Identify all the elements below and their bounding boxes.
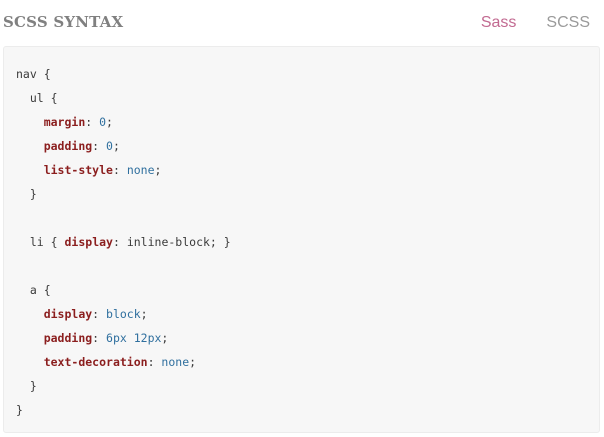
- code-selector: a: [29, 283, 37, 297]
- code-punctuation: }: [29, 379, 37, 393]
- code-value: 0: [106, 139, 113, 153]
- code-value: none: [126, 163, 155, 177]
- code-line: }: [16, 182, 231, 206]
- code-punctuation: :: [92, 307, 107, 321]
- tab-sass[interactable]: Sass: [451, 13, 517, 33]
- code-line: }: [16, 374, 231, 398]
- code-property: padding: [43, 331, 93, 345]
- code-listing: nav { ul { margin: 0; padding: 0; list-s…: [16, 62, 231, 422]
- code-punctuation: }: [16, 403, 23, 417]
- code-property: display: [43, 307, 93, 321]
- code-punctuation: {: [36, 283, 51, 297]
- code-property: list-style: [43, 163, 113, 177]
- code-value: block: [106, 307, 141, 321]
- code-punctuation: {: [43, 91, 58, 105]
- code-property: display: [64, 235, 113, 249]
- code-punctuation: }: [29, 187, 37, 201]
- code-value: 0: [99, 115, 107, 129]
- code-property: margin: [43, 115, 86, 129]
- code-line: display: block;: [16, 302, 231, 326]
- code-example-header: SCSS SYNTAX Sass SCSS: [0, 0, 604, 46]
- code-punctuation: ;: [112, 139, 120, 153]
- code-punctuation: :: [147, 355, 162, 369]
- code-punctuation: ;: [161, 331, 169, 345]
- code-punctuation: ;: [189, 355, 197, 369]
- code-line: text-decoration: none;: [16, 350, 231, 374]
- syntax-tabs: Sass SCSS: [451, 13, 590, 33]
- code-punctuation: :: [92, 331, 107, 345]
- code-line: list-style: none;: [16, 158, 231, 182]
- code-property: padding: [43, 139, 93, 153]
- code-selector: ul: [29, 91, 44, 105]
- code-line: ul {: [16, 86, 231, 110]
- code-punctuation: ;: [106, 115, 113, 129]
- code-line: nav {: [16, 62, 231, 86]
- tab-scss[interactable]: SCSS: [516, 13, 590, 33]
- code-punctuation: ;: [154, 163, 162, 177]
- section-title: SCSS SYNTAX: [3, 13, 124, 31]
- code-value: 6px 12px: [106, 331, 162, 345]
- code-punctuation: :: [112, 235, 127, 249]
- code-value: none: [161, 355, 190, 369]
- code-punctuation: :: [112, 163, 127, 177]
- code-property: text-decoration: [43, 355, 148, 369]
- code-line: padding: 0;: [16, 134, 231, 158]
- code-selector: nav: [16, 67, 37, 81]
- code-line: li { display: inline-block; }: [16, 230, 231, 254]
- code-punctuation: :: [85, 115, 100, 129]
- code-line: margin: 0;: [16, 110, 231, 134]
- code-selector: li: [29, 235, 44, 249]
- code-punctuation: {: [43, 235, 65, 249]
- code-punctuation: ; }: [209, 235, 231, 249]
- code-selector: inline-block: [126, 235, 210, 249]
- code-punctuation: {: [36, 67, 51, 81]
- code-block: nav { ul { margin: 0; padding: 0; list-s…: [3, 46, 600, 433]
- code-line: padding: 6px 12px;: [16, 326, 231, 350]
- code-line: }: [16, 398, 231, 422]
- code-punctuation: ;: [140, 307, 148, 321]
- code-line: a {: [16, 278, 231, 302]
- code-punctuation: :: [92, 139, 107, 153]
